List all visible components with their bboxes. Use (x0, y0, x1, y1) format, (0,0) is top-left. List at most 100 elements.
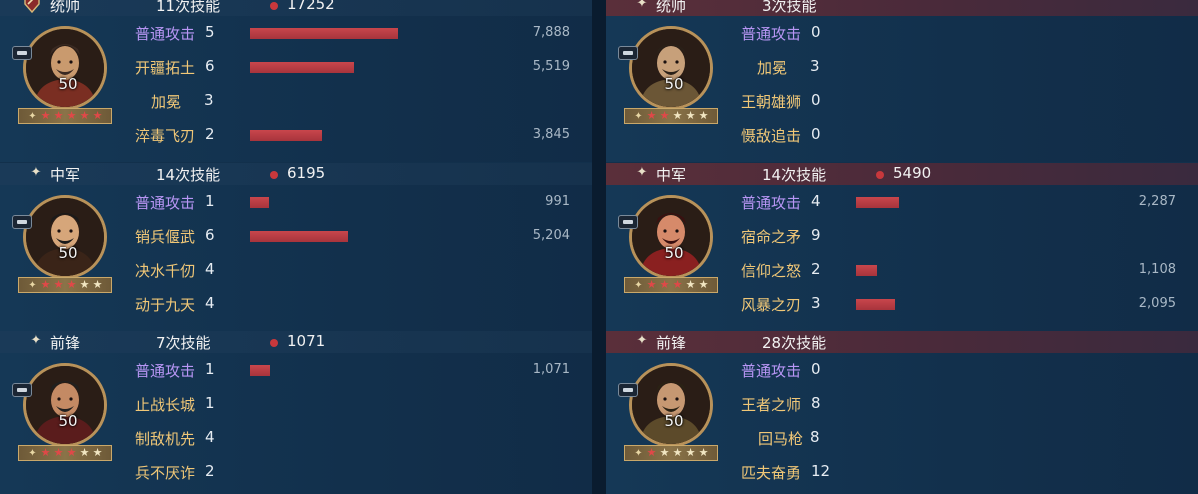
basic-attack-label[interactable]: 普通攻击 (741, 192, 801, 213)
skill-name[interactable]: 王朝雄狮 (741, 91, 801, 112)
skill-damage-value: 7,888 (532, 25, 570, 40)
total-damage: 6195 (287, 164, 326, 182)
skill-trigger-count: 1 (205, 360, 215, 378)
skill-name[interactable]: 决水千仞 (135, 260, 195, 281)
skill-row: 制敌机先 4 (0, 422, 592, 456)
skill-row: 匹夫奋勇 12 (606, 456, 1198, 490)
skill-trigger-count: 1 (205, 394, 215, 412)
skill-damage-value: 1,071 (532, 362, 570, 377)
role-star-icon: ✦ (636, 0, 648, 11)
damage-bar (250, 28, 398, 39)
damage-bar (250, 130, 322, 141)
skill-damage-value: 5,519 (532, 59, 570, 74)
skill-damage-value: 2,095 (1138, 296, 1176, 311)
skill-damage-value: 991 (545, 194, 570, 209)
commander-badge-icon (22, 0, 42, 14)
skill-row: 止战长城 1 (0, 388, 592, 422)
skill-row: 王朝雄狮 0 (606, 85, 1198, 119)
skill-damage-value: 3,845 (532, 127, 570, 142)
section-header: ✦ 中军 14次技能 5490 (606, 163, 1198, 185)
skill-name[interactable]: 慑敌追击 (741, 125, 801, 146)
skill-count-label: 7次技能 (156, 334, 211, 352)
skill-name[interactable]: 信仰之怒 (741, 260, 801, 281)
damage-bar (250, 231, 348, 242)
section-header: 统帅 11次技能 17252 (0, 0, 592, 16)
role-star-icon: ✦ (636, 333, 648, 348)
role-label: 统帅 (656, 0, 687, 15)
damage-bar (856, 299, 895, 310)
section-header: ✦ 中军 14次技能 6195 (0, 163, 592, 185)
basic-attack-label[interactable]: 普通攻击 (741, 360, 801, 381)
skill-count-label: 14次技能 (762, 166, 827, 184)
damage-dot-icon (270, 171, 278, 179)
skill-name[interactable]: 开疆拓土 (135, 57, 195, 78)
skill-trigger-count: 0 (811, 23, 821, 41)
damage-bar (856, 265, 877, 276)
skill-row: 普通攻击 0 (606, 17, 1198, 51)
skill-count-label: 28次技能 (762, 334, 827, 352)
skill-name[interactable]: 风暴之刃 (741, 294, 801, 315)
role-label: 统帅 (50, 0, 81, 15)
skill-name[interactable]: 淬毒飞刃 (135, 125, 195, 146)
section-header: ✦ 统帅 3次技能 (606, 0, 1198, 16)
skill-row: 王者之师 8 (606, 388, 1198, 422)
damage-bar (856, 197, 899, 208)
skill-damage-value: 1,108 (1138, 262, 1176, 277)
basic-attack-label[interactable]: 普通攻击 (135, 192, 195, 213)
skill-row: 兵不厌诈 2 (0, 456, 592, 490)
damage-dot-icon (270, 2, 278, 10)
skill-name[interactable]: 动于九天 (135, 294, 195, 315)
skill-row: 普通攻击 4 2,287 (606, 186, 1198, 220)
skill-trigger-count: 0 (811, 125, 821, 143)
skill-name[interactable]: 匹夫奋勇 (741, 462, 801, 483)
skill-row: 开疆拓土 6 5,519 (0, 51, 592, 85)
role-label: 中军 (50, 166, 81, 184)
basic-attack-label[interactable]: 普通攻击 (741, 23, 801, 44)
skill-row: 普通攻击 1 991 (0, 186, 592, 220)
skill-row: 慑敌追击 0 (606, 119, 1198, 153)
skill-name[interactable]: 回马枪 (758, 428, 803, 449)
skill-name[interactable]: 王者之师 (741, 394, 801, 415)
general-section: ✦ 统帅 3次技能 50 ✦ ★ ★ ★ ★ ★ 普通攻击 0 加冕 3 王朝雄狮 0 慑敌追击 0 (606, 0, 1198, 162)
skill-trigger-count: 0 (811, 360, 821, 378)
basic-attack-label[interactable]: 普通攻击 (135, 360, 195, 381)
skill-name[interactable]: 加冕 (151, 91, 181, 112)
skill-count-label: 3次技能 (762, 0, 817, 15)
skill-name[interactable]: 制敌机先 (135, 428, 195, 449)
skill-name[interactable]: 兵不厌诈 (135, 462, 195, 483)
skill-row: 普通攻击 0 (606, 354, 1198, 388)
skill-row: 信仰之怒 2 1,108 (606, 254, 1198, 288)
skill-row: 加冕 3 (606, 51, 1198, 85)
skill-trigger-count: 2 (811, 260, 821, 278)
skill-count-label: 14次技能 (156, 166, 221, 184)
skill-name[interactable]: 止战长城 (135, 394, 195, 415)
skill-row: 回马枪 8 (606, 422, 1198, 456)
role-star-icon: ✦ (30, 333, 42, 348)
skill-trigger-count: 1 (205, 192, 215, 210)
skill-damage-value: 2,287 (1138, 194, 1176, 209)
role-label: 前锋 (656, 334, 687, 352)
section-header: ✦ 前锋 28次技能 (606, 331, 1198, 353)
total-damage: 17252 (287, 0, 335, 13)
general-section: 统帅 11次技能 17252 50 ✦ ★ ★ ★ ★ ★ 普通攻击 5 7,888 开疆拓土 6 5,51… (0, 0, 592, 162)
skill-name[interactable]: 加冕 (757, 57, 787, 78)
general-section: ✦ 前锋 28次技能 50 ✦ ★ ★ ★ ★ ★ 普通攻击 0 王者之师 8 回马枪 8 匹夫奋勇 12 (606, 331, 1198, 494)
skill-row: 普通攻击 1 1,071 (0, 354, 592, 388)
skill-trigger-count: 4 (811, 192, 821, 210)
basic-attack-label[interactable]: 普通攻击 (135, 23, 195, 44)
skill-row: 决水千仞 4 (0, 254, 592, 288)
skill-trigger-count: 12 (811, 462, 831, 480)
skill-row: 淬毒飞刃 2 3,845 (0, 119, 592, 153)
skill-count-label: 11次技能 (156, 0, 221, 15)
skill-name[interactable]: 销兵偃武 (135, 226, 195, 247)
damage-bar (250, 365, 270, 376)
total-damage: 1071 (287, 332, 326, 350)
skill-damage-value: 5,204 (532, 228, 570, 243)
skill-name[interactable]: 宿命之矛 (741, 226, 801, 247)
damage-dot-icon (270, 339, 278, 347)
skill-row: 加冕 3 (0, 85, 592, 119)
total-damage: 5490 (893, 164, 932, 182)
damage-bar (250, 197, 269, 208)
damage-bar (250, 62, 354, 73)
skill-row: 宿命之矛 9 (606, 220, 1198, 254)
